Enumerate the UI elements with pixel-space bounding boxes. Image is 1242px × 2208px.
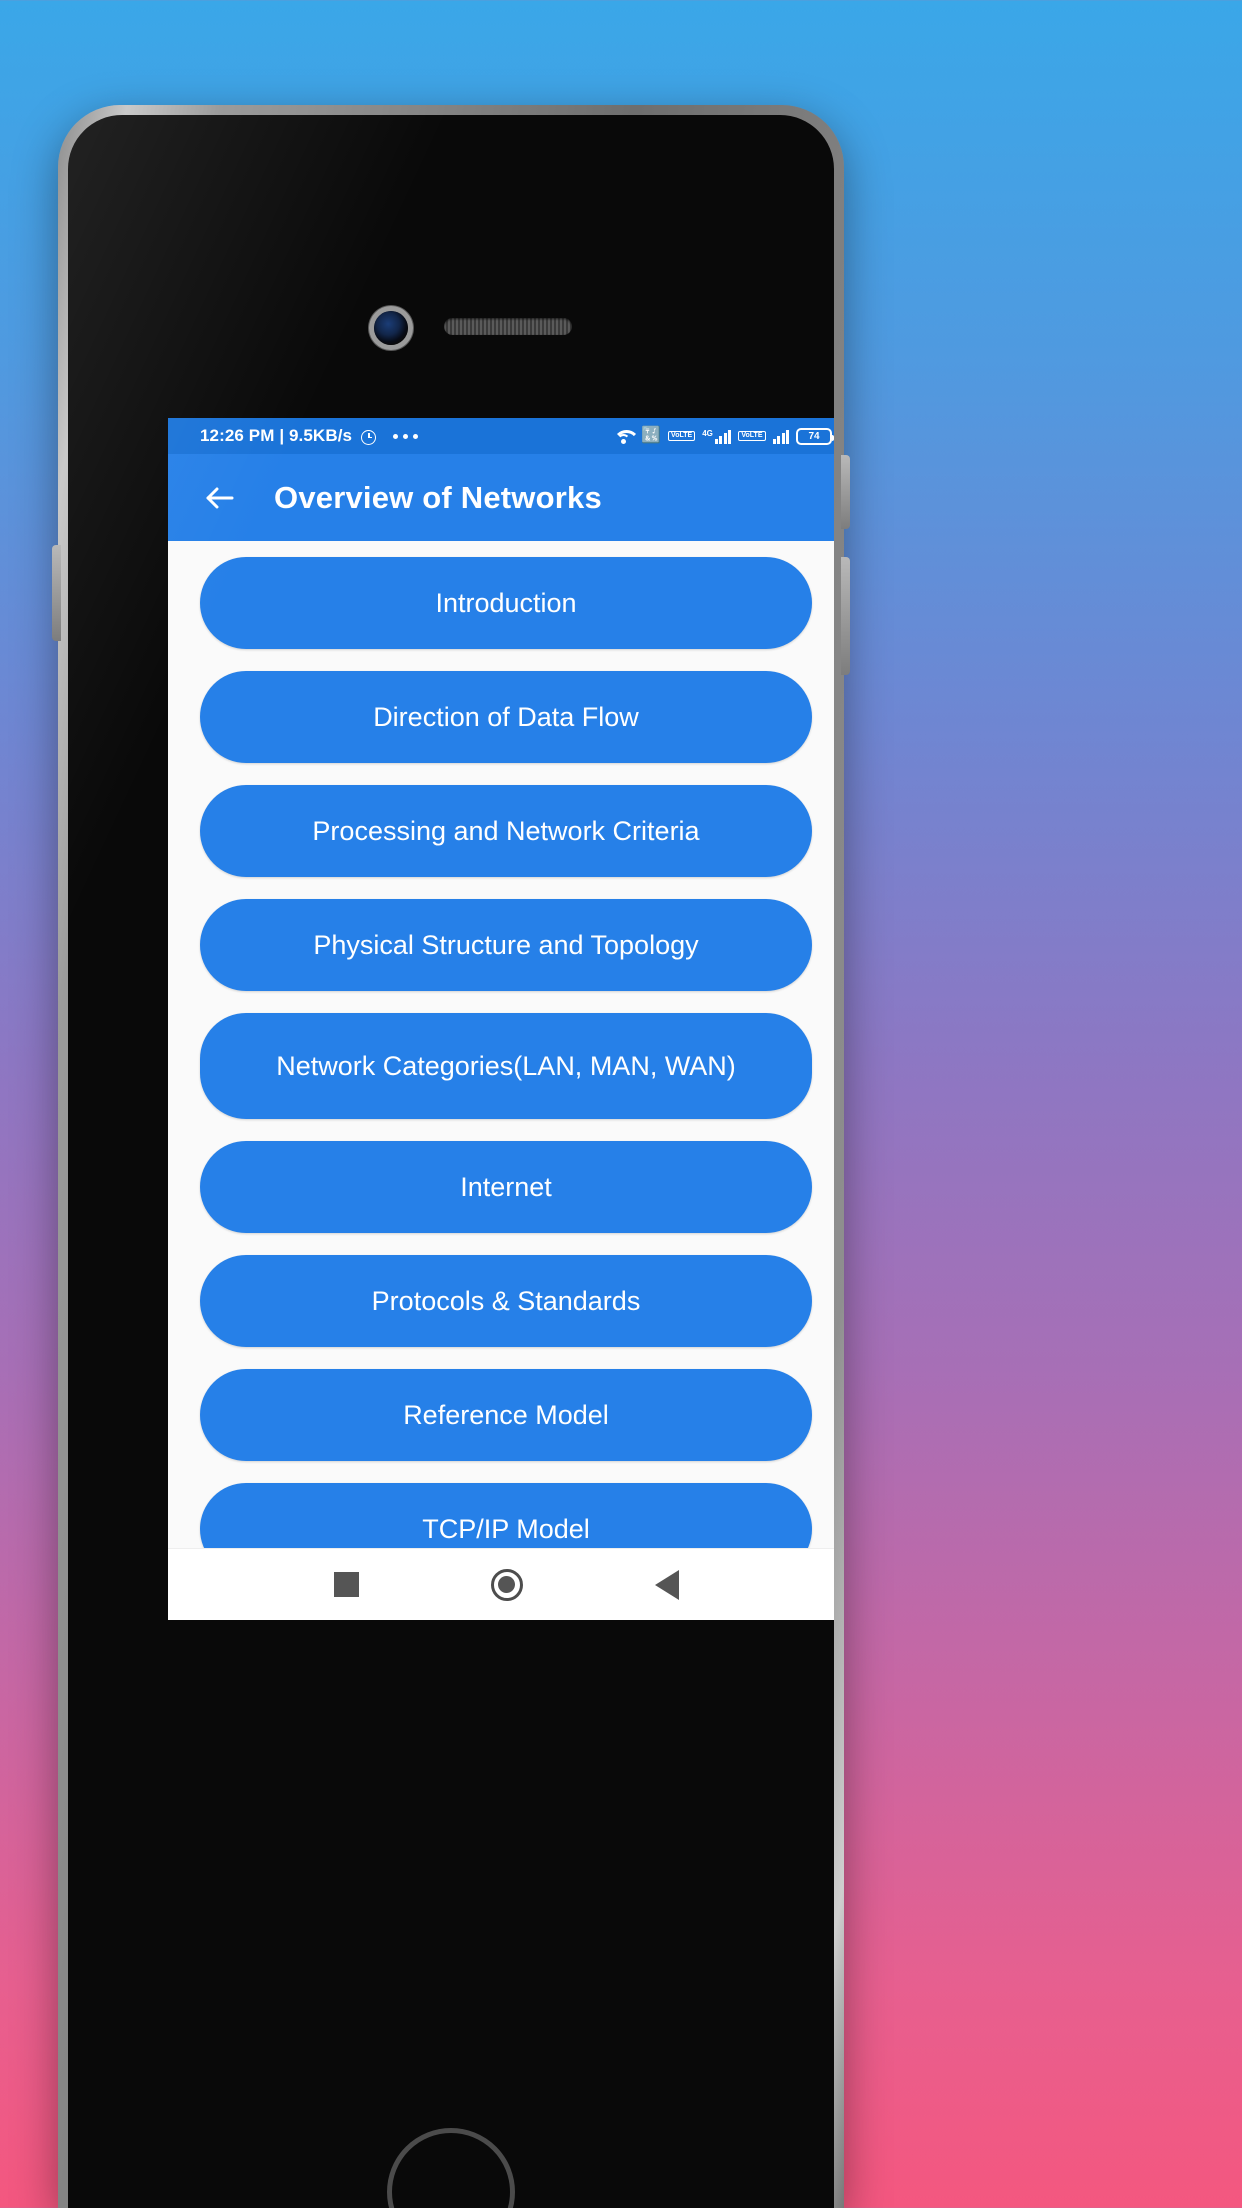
signal-group-1: 4G bbox=[702, 428, 732, 444]
more-dots-icon bbox=[393, 433, 419, 439]
topic-button[interactable]: Reference Model bbox=[200, 1369, 812, 1461]
topic-button[interactable]: Processing and Network Criteria bbox=[200, 785, 812, 877]
volte-badge-1: VoLTE bbox=[668, 431, 696, 441]
page-title: Overview of Networks bbox=[274, 479, 602, 515]
android-nav-bar bbox=[168, 1548, 834, 1620]
topic-button[interactable]: Direction of Data Flow bbox=[200, 671, 812, 763]
back-arrow-icon[interactable] bbox=[194, 472, 246, 524]
volume-button-left[interactable] bbox=[52, 545, 61, 641]
alarm-clock-icon bbox=[360, 428, 377, 445]
square-recents-icon[interactable] bbox=[333, 1572, 359, 1597]
battery-icon: 74 bbox=[796, 427, 834, 445]
topic-button[interactable]: Internet bbox=[200, 1141, 812, 1233]
triangle-back-icon[interactable] bbox=[654, 1569, 679, 1600]
circle-home-icon[interactable] bbox=[490, 1568, 523, 1601]
app-bar: Overview of Networks bbox=[168, 454, 834, 541]
phone-screen-bezel: 12:26 PM | 9.5KB/s 🔣 VoLTE 4G VoLTE 74 O… bbox=[68, 115, 834, 2208]
signal-bars-icon-2 bbox=[772, 429, 789, 444]
battery-level-label: 74 bbox=[808, 430, 820, 442]
volume-button[interactable] bbox=[841, 557, 850, 675]
status-time-and-speed: 12:26 PM | 9.5KB/s bbox=[200, 426, 353, 445]
phone-device-frame: 12:26 PM | 9.5KB/s 🔣 VoLTE 4G VoLTE 74 O… bbox=[52, 105, 850, 2208]
topic-list[interactable]: Introduction Direction of Data Flow Proces… bbox=[168, 541, 834, 1575]
power-button[interactable] bbox=[841, 455, 850, 529]
status-bar: 12:26 PM | 9.5KB/s 🔣 VoLTE 4G VoLTE 74 bbox=[168, 418, 834, 454]
wifi-icon bbox=[613, 428, 634, 444]
topic-button[interactable]: Network Categories(LAN, MAN, WAN) bbox=[200, 1013, 812, 1119]
volte-badge-2: VoLTE bbox=[738, 431, 766, 441]
network-type-label: 4G bbox=[702, 428, 713, 438]
earpiece-speaker bbox=[444, 318, 572, 335]
topic-button[interactable]: Protocols & Standards bbox=[200, 1255, 812, 1347]
status-bar-left: 12:26 PM | 9.5KB/s bbox=[200, 426, 419, 446]
status-bar-right: 🔣 VoLTE 4G VoLTE 74 bbox=[613, 427, 834, 445]
front-camera-icon bbox=[374, 311, 408, 345]
topic-button[interactable]: Introduction bbox=[200, 557, 812, 649]
bluetooth-icon: 🔣 bbox=[641, 427, 662, 444]
signal-bars-icon bbox=[714, 429, 732, 444]
topic-button[interactable]: Physical Structure and Topology bbox=[200, 899, 812, 991]
app-screen: 12:26 PM | 9.5KB/s 🔣 VoLTE 4G VoLTE 74 O… bbox=[168, 418, 834, 1620]
